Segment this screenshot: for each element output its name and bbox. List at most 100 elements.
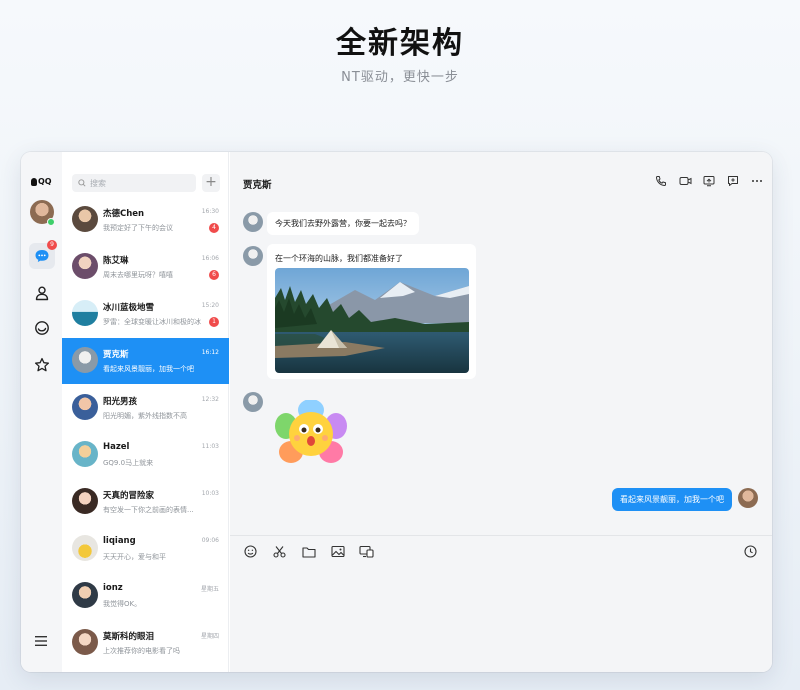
message-preview: 我预定好了下午的会议 (103, 224, 173, 232)
folder-icon (301, 546, 316, 558)
timestamp: 10:03 (201, 490, 219, 497)
screen-button[interactable] (359, 544, 374, 559)
conversation-item[interactable]: 天真的冒险家 10:03 有空发一下你之前画的表情... (62, 479, 229, 525)
avatar (72, 535, 98, 561)
chat-header-actions (654, 174, 764, 188)
sender-avatar[interactable] (243, 392, 263, 412)
screen-share-icon (703, 176, 715, 187)
avatar (72, 629, 98, 655)
contact-name: 莫斯科的眼泪 (103, 632, 155, 642)
hero-subtitle: NT驱动，更快一步 (341, 70, 459, 85)
search-input[interactable] (90, 178, 190, 188)
add-button[interactable]: + (202, 174, 220, 192)
add-app-button[interactable] (726, 174, 740, 188)
logo-text: QQ (38, 177, 52, 186)
message-preview: 周末去哪里玩呀？嘻嘻 (103, 271, 173, 279)
unread-badge: 9 (47, 240, 57, 250)
video-call-button[interactable] (678, 174, 692, 188)
image-caption: 在一个环海的山脉，我们都准备好了 (275, 254, 403, 263)
contact-name: ionz (103, 583, 123, 593)
message-history-button[interactable] (743, 544, 758, 559)
timestamp: 09:06 (201, 537, 219, 544)
message-preview: GQ9.0马上就来 (103, 459, 154, 467)
nav-favorites[interactable] (29, 352, 55, 378)
composer-divider (230, 535, 772, 536)
nav-messages[interactable]: 9 (29, 240, 57, 269)
online-status-dot (47, 218, 55, 226)
conversation-item[interactable]: 冰川蓝极地雪 15:20 罗雷：全球变暖让冰川和极的冰 1 (62, 291, 229, 337)
voice-call-button[interactable] (654, 174, 668, 188)
send-file-button[interactable] (301, 544, 316, 559)
more-button[interactable] (750, 174, 764, 188)
message-preview: 我觉得OK。 (103, 600, 142, 608)
space-icon (35, 321, 49, 335)
chat-title: 贾克斯 (243, 180, 272, 191)
timestamp: 11:03 (201, 443, 219, 450)
conversation-item[interactable]: 陈艾琳 16:06 周末去哪里玩呀？嘻嘻 6 (62, 244, 229, 290)
add-app-icon (728, 176, 738, 186)
contacts-icon (35, 286, 49, 301)
conversation-item[interactable]: 莫斯科的眼泪 星期四 上次推荐你的电影看了吗 (62, 620, 229, 666)
camping-lake-photo[interactable] (275, 268, 469, 373)
search-box[interactable] (72, 174, 196, 192)
avatar (72, 206, 98, 232)
flower-sticker[interactable] (275, 399, 347, 466)
image-icon (330, 545, 345, 558)
contact-name: 冰川蓝极地雪 (103, 303, 155, 313)
unread-badge: 1 (209, 317, 219, 327)
emoji-button[interactable] (243, 544, 258, 559)
qq-window: QQ 9 搜索 + 杰德Chen 16:30 我预定好了下午的会议 4 陈艾琳 … (21, 152, 772, 672)
conversation-item[interactable]: 阳光男孩 12:32 阳光明媚，紫外线指数不高 (62, 385, 229, 431)
timestamp: 16:30 (201, 208, 219, 215)
contact-name: 阳光男孩 (103, 397, 138, 407)
scissors-icon (273, 546, 286, 558)
chat-pane: 贾克斯 今天我们去野外露营，你要一起去吗？ 在一个环海的山脉，我们都准备好了 看… (230, 152, 772, 672)
avatar (72, 300, 98, 326)
conversation-item[interactable]: ionz 星期五 我觉得OK。 (62, 573, 229, 619)
phone-icon (655, 176, 666, 187)
message-preview: 罗雷：全球变暖让冰川和极的冰 (103, 318, 201, 326)
conversation-item-selected[interactable]: 贾克斯 16:12 看起来风景靓丽，加我一个吧 (62, 338, 229, 384)
sender-avatar[interactable] (243, 212, 263, 232)
avatar (72, 347, 98, 373)
conversation-item[interactable]: liqiang 09:06 天天开心，爱与和平 (62, 526, 229, 572)
timestamp: 星期五 (200, 586, 219, 593)
message-icon (35, 250, 49, 262)
my-avatar-small[interactable] (738, 488, 758, 508)
contact-name: 天真的冒险家 (103, 491, 155, 501)
hamburger-menu-icon (35, 636, 47, 646)
contact-name: 陈艾琳 (103, 256, 129, 266)
image-message[interactable]: 在一个环海的山脉，我们都准备好了 (267, 244, 476, 379)
send-image-button[interactable] (330, 544, 345, 559)
left-nav-bar: QQ 9 (21, 152, 62, 672)
message-preview: 有空发一下你之前画的表情... (103, 506, 194, 514)
conversation-item[interactable]: 杰德Chen 16:30 我预定好了下午的会议 4 (62, 197, 229, 243)
screen-share-button[interactable] (702, 174, 716, 188)
timestamp: 16:06 (201, 255, 219, 262)
avatar (72, 253, 98, 279)
main-menu-button[interactable] (33, 634, 49, 648)
conversation-list: + 杰德Chen 16:30 我预定好了下午的会议 4 陈艾琳 16:06 周末… (62, 152, 229, 672)
search-icon (78, 179, 86, 187)
composer-toolbar (243, 544, 374, 559)
nav-space[interactable] (29, 315, 55, 341)
my-message-bubble[interactable]: 看起来风景靓丽，加我一个吧 (612, 488, 732, 511)
sender-avatar[interactable] (243, 246, 263, 266)
conversation-item[interactable]: Hazel 11:03 GQ9.0马上就来 (62, 432, 229, 478)
contact-name: Hazel (103, 442, 130, 452)
unread-badge: 6 (209, 270, 219, 280)
video-icon (679, 177, 691, 185)
message-preview: 看起来风景靓丽，加我一个吧 (103, 365, 194, 373)
message-bubble[interactable]: 今天我们去野外露营，你要一起去吗？ (267, 212, 419, 235)
qq-logo: QQ (31, 177, 52, 186)
screenshot-button[interactable] (272, 544, 287, 559)
message-preview: 上次推荐你的电影看了吗 (103, 647, 180, 655)
contact-name: liqiang (103, 536, 136, 546)
avatar (72, 582, 98, 608)
message-preview: 阳光明媚，紫外线指数不高 (103, 412, 187, 420)
screen-icon (359, 545, 374, 558)
more-icon (752, 180, 762, 182)
penguin-icon (31, 177, 37, 186)
avatar (72, 441, 98, 467)
nav-contacts[interactable] (29, 280, 55, 306)
